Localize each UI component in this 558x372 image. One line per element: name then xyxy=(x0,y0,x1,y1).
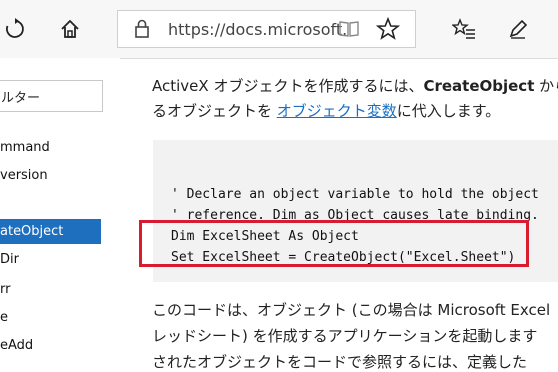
home-icon[interactable] xyxy=(55,14,85,44)
toc-item[interactable]: eAdd xyxy=(0,338,33,353)
url-text[interactable]: https://docs.microsoft. xyxy=(168,20,347,39)
toc-item-active[interactable]: ateObject xyxy=(0,219,101,244)
refresh-icon[interactable] xyxy=(0,14,30,44)
reading-view-icon[interactable] xyxy=(338,19,360,43)
text: に代入します。 xyxy=(396,102,501,120)
text: るオブジェクトを xyxy=(152,102,277,120)
toc-item[interactable]: rr xyxy=(0,282,10,297)
filter-text: ルター xyxy=(1,91,41,106)
browser-toolbar: https://docs.microsoft. xyxy=(0,0,558,59)
paragraph-4: レッドシート) を作成するアプリケーションを起動します xyxy=(152,327,538,345)
favorite-star-icon[interactable] xyxy=(375,16,401,45)
text: ActiveX オブジェクトを作成するには、 xyxy=(152,77,424,95)
main-content: ActiveX オブジェクトを作成するには、CreateObject から るオ… xyxy=(120,58,558,371)
text: から xyxy=(539,77,558,95)
favorites-list-icon[interactable] xyxy=(449,14,479,44)
toc-item[interactable]: Dir xyxy=(0,252,19,267)
keyword: CreateObject xyxy=(423,77,535,95)
red-highlight-box xyxy=(139,220,529,267)
toc-item[interactable]: version xyxy=(0,168,48,183)
paragraph-2: るオブジェクトを オブジェクト変数に代入します。 xyxy=(152,100,500,121)
code-line: ' Declare an object variable to hold the… xyxy=(171,187,539,202)
object-variable-link[interactable]: オブジェクト変数 xyxy=(277,102,397,120)
pen-icon[interactable] xyxy=(503,14,533,44)
sidebar-toc: ルター mmand version ateObject Dir rr e eAd… xyxy=(0,58,120,369)
filter-input[interactable]: ルター xyxy=(0,80,103,112)
paragraph-1: ActiveX オブジェクトを作成するには、CreateObject から xyxy=(152,75,558,96)
toc-item[interactable]: mmand xyxy=(0,140,50,155)
paragraph-3: このコードは、オブジェクト (この場合は Microsoft Excel xyxy=(152,301,551,319)
lock-icon xyxy=(134,19,150,43)
address-bar[interactable]: https://docs.microsoft. xyxy=(117,10,416,48)
toc-item[interactable]: e xyxy=(0,310,8,325)
